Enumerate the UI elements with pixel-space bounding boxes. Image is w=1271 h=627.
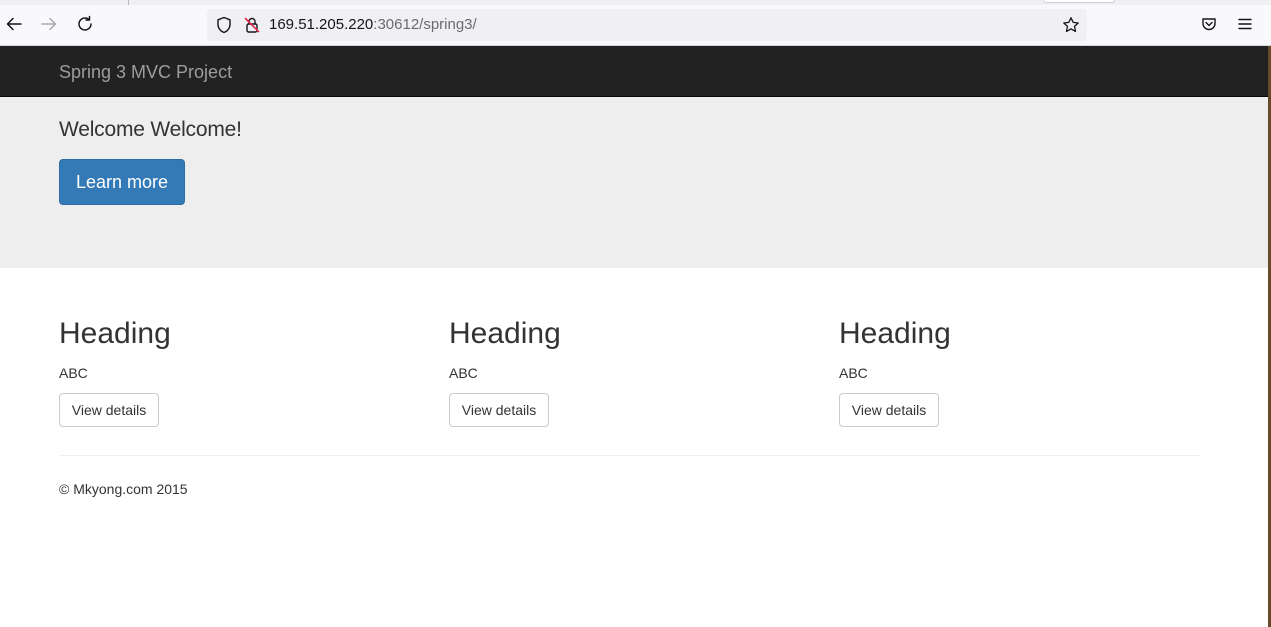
tab-edge [128,0,129,5]
footer-text: © Mkyong.com 2015 [59,481,188,497]
reload-icon [78,15,92,31]
browser-toolbar: 169.51.205.220:30612/spring3/ [0,0,1271,46]
footer-divider [59,455,1199,456]
column-heading: Heading [839,317,951,350]
pocket-button[interactable] [1198,13,1220,35]
url-host: 169.51.205.220 [269,16,374,33]
forward-icon [41,17,57,31]
view-details-button[interactable]: View details [59,393,159,427]
feature-column: Heading ABC View details [59,316,389,427]
back-button[interactable] [3,13,25,35]
column-heading: Heading [59,317,171,350]
column-text: ABC [449,365,478,381]
pocket-icon [1202,18,1216,31]
jumbotron-title: Welcome Welcome! [59,118,242,141]
learn-more-button[interactable]: Learn more [59,159,185,205]
column-heading: Heading [449,317,561,350]
url-path: :30612/spring3/ [373,16,477,33]
feature-column: Heading ABC View details [839,316,1169,427]
back-icon [6,17,22,31]
url-text[interactable]: 169.51.205.220:30612/spring3/ [269,17,477,33]
navbar: Spring 3 MVC Project [0,46,1271,97]
feature-column: Heading ABC View details [449,316,779,427]
menu-button[interactable] [1234,13,1256,35]
column-text: ABC [839,365,868,381]
view-details-button[interactable]: View details [449,393,549,427]
reload-button[interactable] [74,13,96,35]
tab-indicator [1043,0,1115,3]
menu-icon [1238,18,1252,30]
navbar-brand[interactable]: Spring 3 MVC Project [59,62,232,82]
star-icon[interactable] [1062,16,1080,34]
column-text: ABC [59,365,88,381]
insecure-lock-icon[interactable] [243,16,261,34]
view-details-button[interactable]: View details [839,393,939,427]
forward-button[interactable] [38,13,60,35]
jumbotron: Welcome Welcome! Learn more [0,97,1271,268]
url-bar[interactable]: 169.51.205.220:30612/spring3/ [207,9,1087,41]
shield-icon[interactable] [215,16,233,34]
